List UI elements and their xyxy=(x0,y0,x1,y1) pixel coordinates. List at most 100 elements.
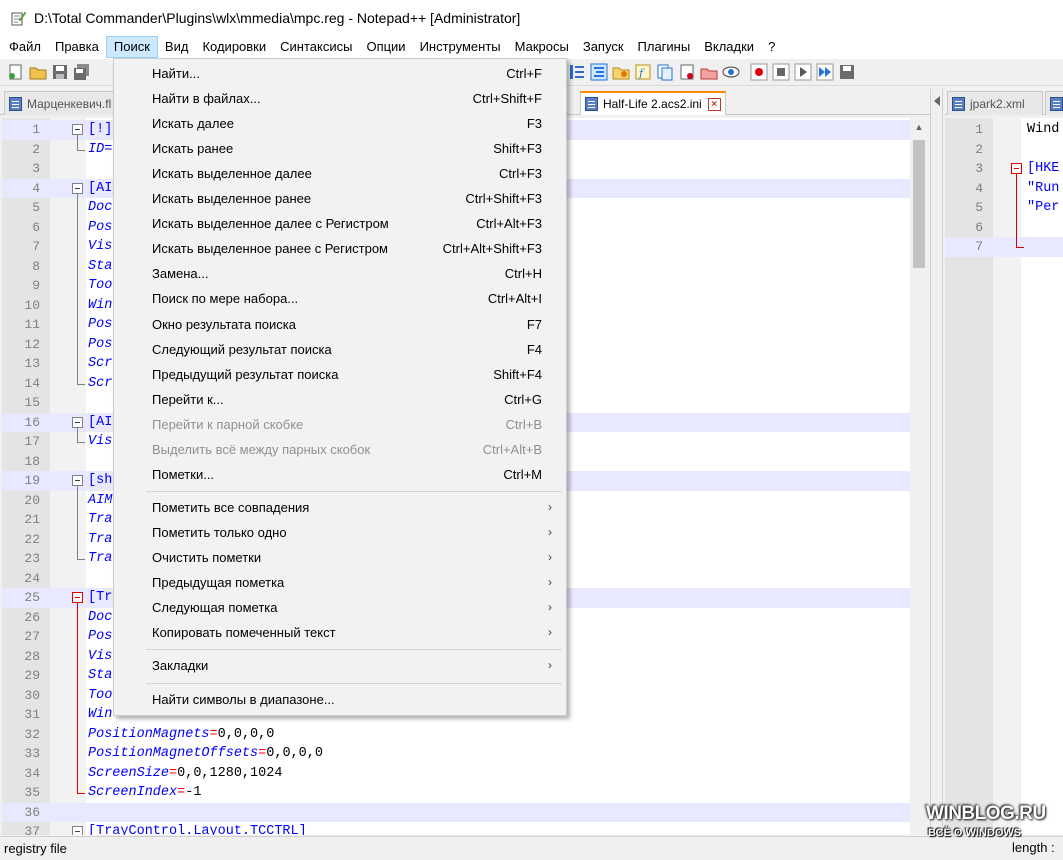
macro-run-multiple-icon[interactable] xyxy=(816,63,834,81)
scrollbar-thumb[interactable] xyxy=(913,140,925,268)
search-menu-item[interactable]: Предыдущий результат поиска Shift+F4 xyxy=(116,362,564,387)
function-list-icon[interactable]: f xyxy=(634,63,652,81)
search-menu-item[interactable]: Следующая пометка › xyxy=(116,595,564,620)
editor-line[interactable]: 5 "Per xyxy=(945,198,1063,218)
tab-martsenkevich[interactable]: Марценкевич.fl xyxy=(4,91,116,115)
search-menu-item[interactable]: Искать выделенное далее с Регистром Ctrl+… xyxy=(116,211,564,236)
search-menu-item[interactable]: Поиск по мере набора... Ctrl+Alt+I xyxy=(116,286,564,311)
editor-line[interactable]: 35 ScreenIndex=-1 xyxy=(2,783,910,803)
menu-item-shortcut: Ctrl+Alt+F3 xyxy=(476,216,542,232)
search-menu-item[interactable]: Замена... Ctrl+H xyxy=(116,261,564,286)
editor-line[interactable]: 6 xyxy=(945,218,1063,238)
code-text: Tra xyxy=(88,551,113,566)
search-menu-item[interactable]: Искать ранее Shift+F3 xyxy=(116,136,564,161)
search-menu-item[interactable]: Предыдущая пометка › xyxy=(116,570,564,595)
menu-7[interactable]: Инструменты xyxy=(413,36,508,58)
menu-12[interactable]: ? xyxy=(761,36,782,58)
search-menu-item[interactable]: Перейти к... Ctrl+G xyxy=(116,387,564,412)
fold-toggle-icon[interactable] xyxy=(72,182,83,194)
editor-line[interactable]: 1 Wind xyxy=(945,120,1063,140)
fold-toggle-icon[interactable] xyxy=(1011,163,1022,174)
word-wrap-icon[interactable] xyxy=(568,63,586,81)
code-text: "Per xyxy=(1027,200,1060,215)
macro-record-icon[interactable] xyxy=(750,63,768,81)
save-icon[interactable] xyxy=(51,63,69,81)
menu-item-label: Перейти к... xyxy=(152,391,224,407)
submenu-arrow-icon: › xyxy=(548,625,552,640)
menu-item-shortcut: Ctrl+Shift+F xyxy=(472,91,542,107)
editor-line[interactable]: 34 ScreenSize=0,0,1280,1024 xyxy=(2,764,910,784)
search-menu-item[interactable]: Пометить все совпадения › xyxy=(116,495,564,520)
menu-11[interactable]: Вкладки xyxy=(697,36,761,58)
fold-toggle-icon[interactable] xyxy=(72,416,83,428)
macro-stop-icon[interactable] xyxy=(772,63,790,81)
search-menu-item[interactable]: Копировать помеченный текст › xyxy=(116,620,564,645)
search-menu-item[interactable]: Найти в файлах... Ctrl+Shift+F xyxy=(116,86,564,111)
menu-0[interactable]: Файл xyxy=(2,36,48,58)
search-menu-item[interactable]: Искать далее F3 xyxy=(116,111,564,136)
menu-item-label: Очистить пометки xyxy=(152,550,262,566)
macro-play-icon[interactable] xyxy=(794,63,812,81)
tab-jpark2-xml[interactable]: jpark2.xml xyxy=(947,91,1043,115)
editor-line[interactable]: 36 xyxy=(2,802,910,822)
open-file-icon[interactable] xyxy=(29,63,47,81)
fold-toggle-icon[interactable] xyxy=(72,826,83,835)
menu-item-shortcut: Ctrl+B xyxy=(505,416,542,432)
menu-4[interactable]: Кодировки xyxy=(195,36,273,58)
fold-toggle-icon[interactable] xyxy=(72,475,83,486)
menu-5[interactable]: Синтаксисы xyxy=(273,36,359,58)
search-menu-item[interactable]: Искать выделенное далее Ctrl+F3 xyxy=(116,161,564,186)
editor-line[interactable]: 2 xyxy=(945,140,1063,160)
search-menu-item[interactable]: Следующий результат поиска F4 xyxy=(116,337,564,362)
close-tab-icon[interactable]: × xyxy=(707,97,721,111)
editor-line[interactable]: 37 [TrayControl.Layout.TCCTRL] xyxy=(2,822,910,835)
search-menu-item[interactable]: Закладки › xyxy=(116,653,564,678)
menu-6[interactable]: Опции xyxy=(359,36,412,58)
search-menu-item[interactable]: Пометить только одно › xyxy=(116,520,564,545)
editor-line[interactable]: 7 xyxy=(945,237,1063,257)
code-text: Tra xyxy=(88,531,113,547)
fold-toggle-icon[interactable] xyxy=(72,124,83,135)
search-menu-item[interactable]: Найти... Ctrl+F xyxy=(116,61,564,86)
menu-1[interactable]: Правка xyxy=(48,36,106,58)
search-menu-item[interactable]: Искать выделенное ранее с Регистром Ctrl+… xyxy=(116,236,564,261)
editor-line[interactable]: 32 PositionMagnets=0,0,0,0 xyxy=(2,725,910,745)
menu-3[interactable]: Вид xyxy=(158,36,196,58)
macro-save-icon[interactable] xyxy=(838,63,856,81)
tab-partial[interactable] xyxy=(1045,91,1063,115)
menu-2[interactable]: Поиск xyxy=(105,36,158,58)
tab-half-life-ini[interactable]: Half-Life 2.acs2.ini × xyxy=(580,91,726,115)
search-menu-item[interactable]: Окно результата поиска F7 xyxy=(116,312,564,337)
menu-8[interactable]: Макросы xyxy=(508,36,576,58)
editor-line[interactable]: 4 "Run xyxy=(945,179,1063,199)
menu-9[interactable]: Запуск xyxy=(576,36,631,58)
menu-item-label: Найти в файлах... xyxy=(152,91,261,107)
folder-as-workspace-icon[interactable] xyxy=(612,63,630,81)
monitoring-eye-icon[interactable] xyxy=(722,63,740,81)
search-menu-item[interactable]: Найти символы в диапазоне... xyxy=(116,687,564,712)
new-file-icon[interactable] xyxy=(7,63,25,81)
menu-10[interactable]: Плагины xyxy=(631,36,698,58)
view-splitter[interactable] xyxy=(930,89,943,835)
submenu-arrow-icon: › xyxy=(548,550,552,565)
line-number: 32 xyxy=(24,726,40,742)
indent-guide-icon[interactable] xyxy=(590,63,608,81)
search-menu-item[interactable]: Пометки... Ctrl+M xyxy=(116,462,564,487)
document-list-icon[interactable] xyxy=(678,63,696,81)
search-menu-item[interactable]: Искать выделенное ранее Ctrl+Shift+F3 xyxy=(116,186,564,211)
tab-label: Half-Life 2.acs2.ini xyxy=(603,97,702,111)
editor-right[interactable]: 1 Wind 2 3 [HKE 4 "Run 5 "Per 6 7 xyxy=(945,118,1063,835)
folder-tree-icon[interactable] xyxy=(700,63,718,81)
fold-toggle-icon[interactable] xyxy=(72,592,83,603)
tab-bar-right: jpark2.xml xyxy=(945,89,1063,115)
scroll-up-icon[interactable]: ▲ xyxy=(910,118,928,136)
fold-line xyxy=(77,135,78,151)
line-number: 20 xyxy=(24,492,40,508)
editor-line[interactable]: 33 PositionMagnetOffsets=0,0,0,0 xyxy=(2,744,910,764)
editor-line[interactable]: 3 [HKE xyxy=(945,159,1063,179)
vertical-scrollbar[interactable]: ▲ xyxy=(910,118,928,835)
search-menu-item[interactable]: Очистить пометки › xyxy=(116,545,564,570)
document-map-icon[interactable] xyxy=(656,63,674,81)
line-number: 7 xyxy=(32,239,40,254)
save-all-icon[interactable] xyxy=(73,63,91,81)
